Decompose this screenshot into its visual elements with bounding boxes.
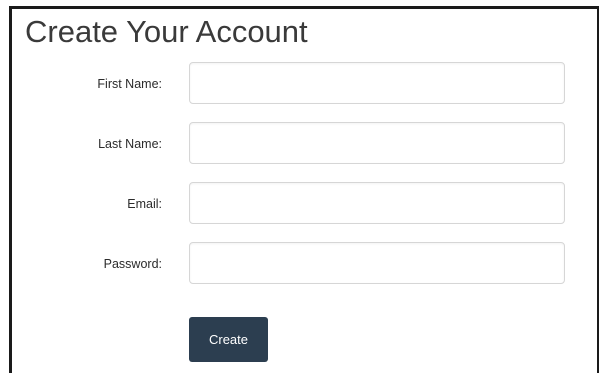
password-label: Password: <box>103 257 162 271</box>
email-input[interactable] <box>189 182 565 224</box>
password-input[interactable] <box>189 242 565 284</box>
first-name-input[interactable] <box>189 62 565 104</box>
email-label: Email: <box>127 197 162 211</box>
last-name-label: Last Name: <box>98 137 162 151</box>
page-title: Create Your Account <box>25 14 308 49</box>
first-name-label: First Name: <box>97 77 162 91</box>
create-button[interactable]: Create <box>189 317 268 362</box>
last-name-input[interactable] <box>189 122 565 164</box>
